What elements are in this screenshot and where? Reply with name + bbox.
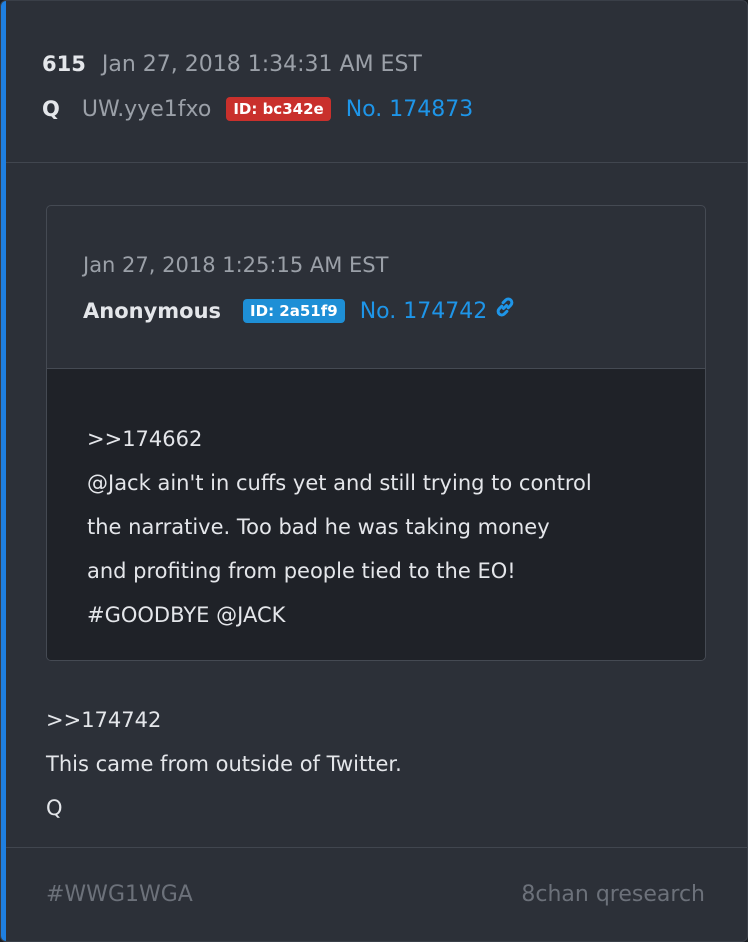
quoted-post-body: >>174662 @Jack ain't in cuffs yet and st… [47, 369, 705, 660]
post-tripcode: UW.yye1fxo [81, 96, 212, 122]
post-text-line: This came from outside of Twitter. [46, 752, 402, 776]
quoted-post-author-line: Anonymous ID: 2a51f9 No. 174742 [83, 294, 517, 328]
post-meta-line: 615 Jan 27, 2018 1:34:31 AM EST [42, 49, 422, 79]
quoted-post-text-line: and profiting from people tied to the EO… [87, 559, 516, 583]
post-number-link[interactable]: No. 174873 [346, 97, 474, 122]
quoted-post-reply-ref[interactable]: >>174662 [87, 417, 677, 461]
footer-source: 8chan qresearch [521, 882, 705, 907]
post-author-line: Q UW.yye1fxo ID: bc342e No. 174873 [42, 93, 473, 125]
post-card: 615 Jan 27, 2018 1:34:31 AM EST Q UW.yye… [0, 0, 748, 942]
post-count: 615 [42, 52, 86, 76]
quoted-post-text: >>174662 @Jack ain't in cuffs yet and st… [87, 417, 677, 637]
footer-hashtag: #WWG1WGA [46, 882, 193, 907]
quoted-post-number-link[interactable]: No. 174742 [360, 299, 488, 324]
quoted-post-date: Jan 27, 2018 1:25:15 AM EST [83, 253, 389, 277]
quoted-post-id-badge[interactable]: ID: 2a51f9 [243, 299, 345, 323]
link-icon[interactable] [493, 295, 517, 319]
post-author: Q [42, 97, 60, 121]
quoted-post-text-line: @Jack ain't in cuffs yet and still tryin… [87, 471, 592, 495]
quoted-post-author: Anonymous [83, 299, 222, 323]
post-footer: #WWG1WGA 8chan qresearch [6, 847, 747, 941]
post-reply-ref[interactable]: >>174742 [46, 698, 402, 742]
post-header: 615 Jan 27, 2018 1:34:31 AM EST Q UW.yye… [6, 1, 747, 163]
quoted-post-text-line: #GOODBYE @JACK [87, 603, 286, 627]
quoted-post: Jan 27, 2018 1:25:15 AM EST Anonymous ID… [46, 205, 706, 661]
post-signature: Q [46, 796, 63, 820]
post-date: Jan 27, 2018 1:34:31 AM EST [101, 51, 422, 77]
quoted-post-text-line: the narrative. Too bad he was taking mon… [87, 515, 550, 539]
post-body: >>174742 This came from outside of Twitt… [46, 698, 402, 830]
quoted-post-header: Jan 27, 2018 1:25:15 AM EST Anonymous ID… [47, 206, 705, 369]
post-id-badge[interactable]: ID: bc342e [226, 97, 331, 121]
